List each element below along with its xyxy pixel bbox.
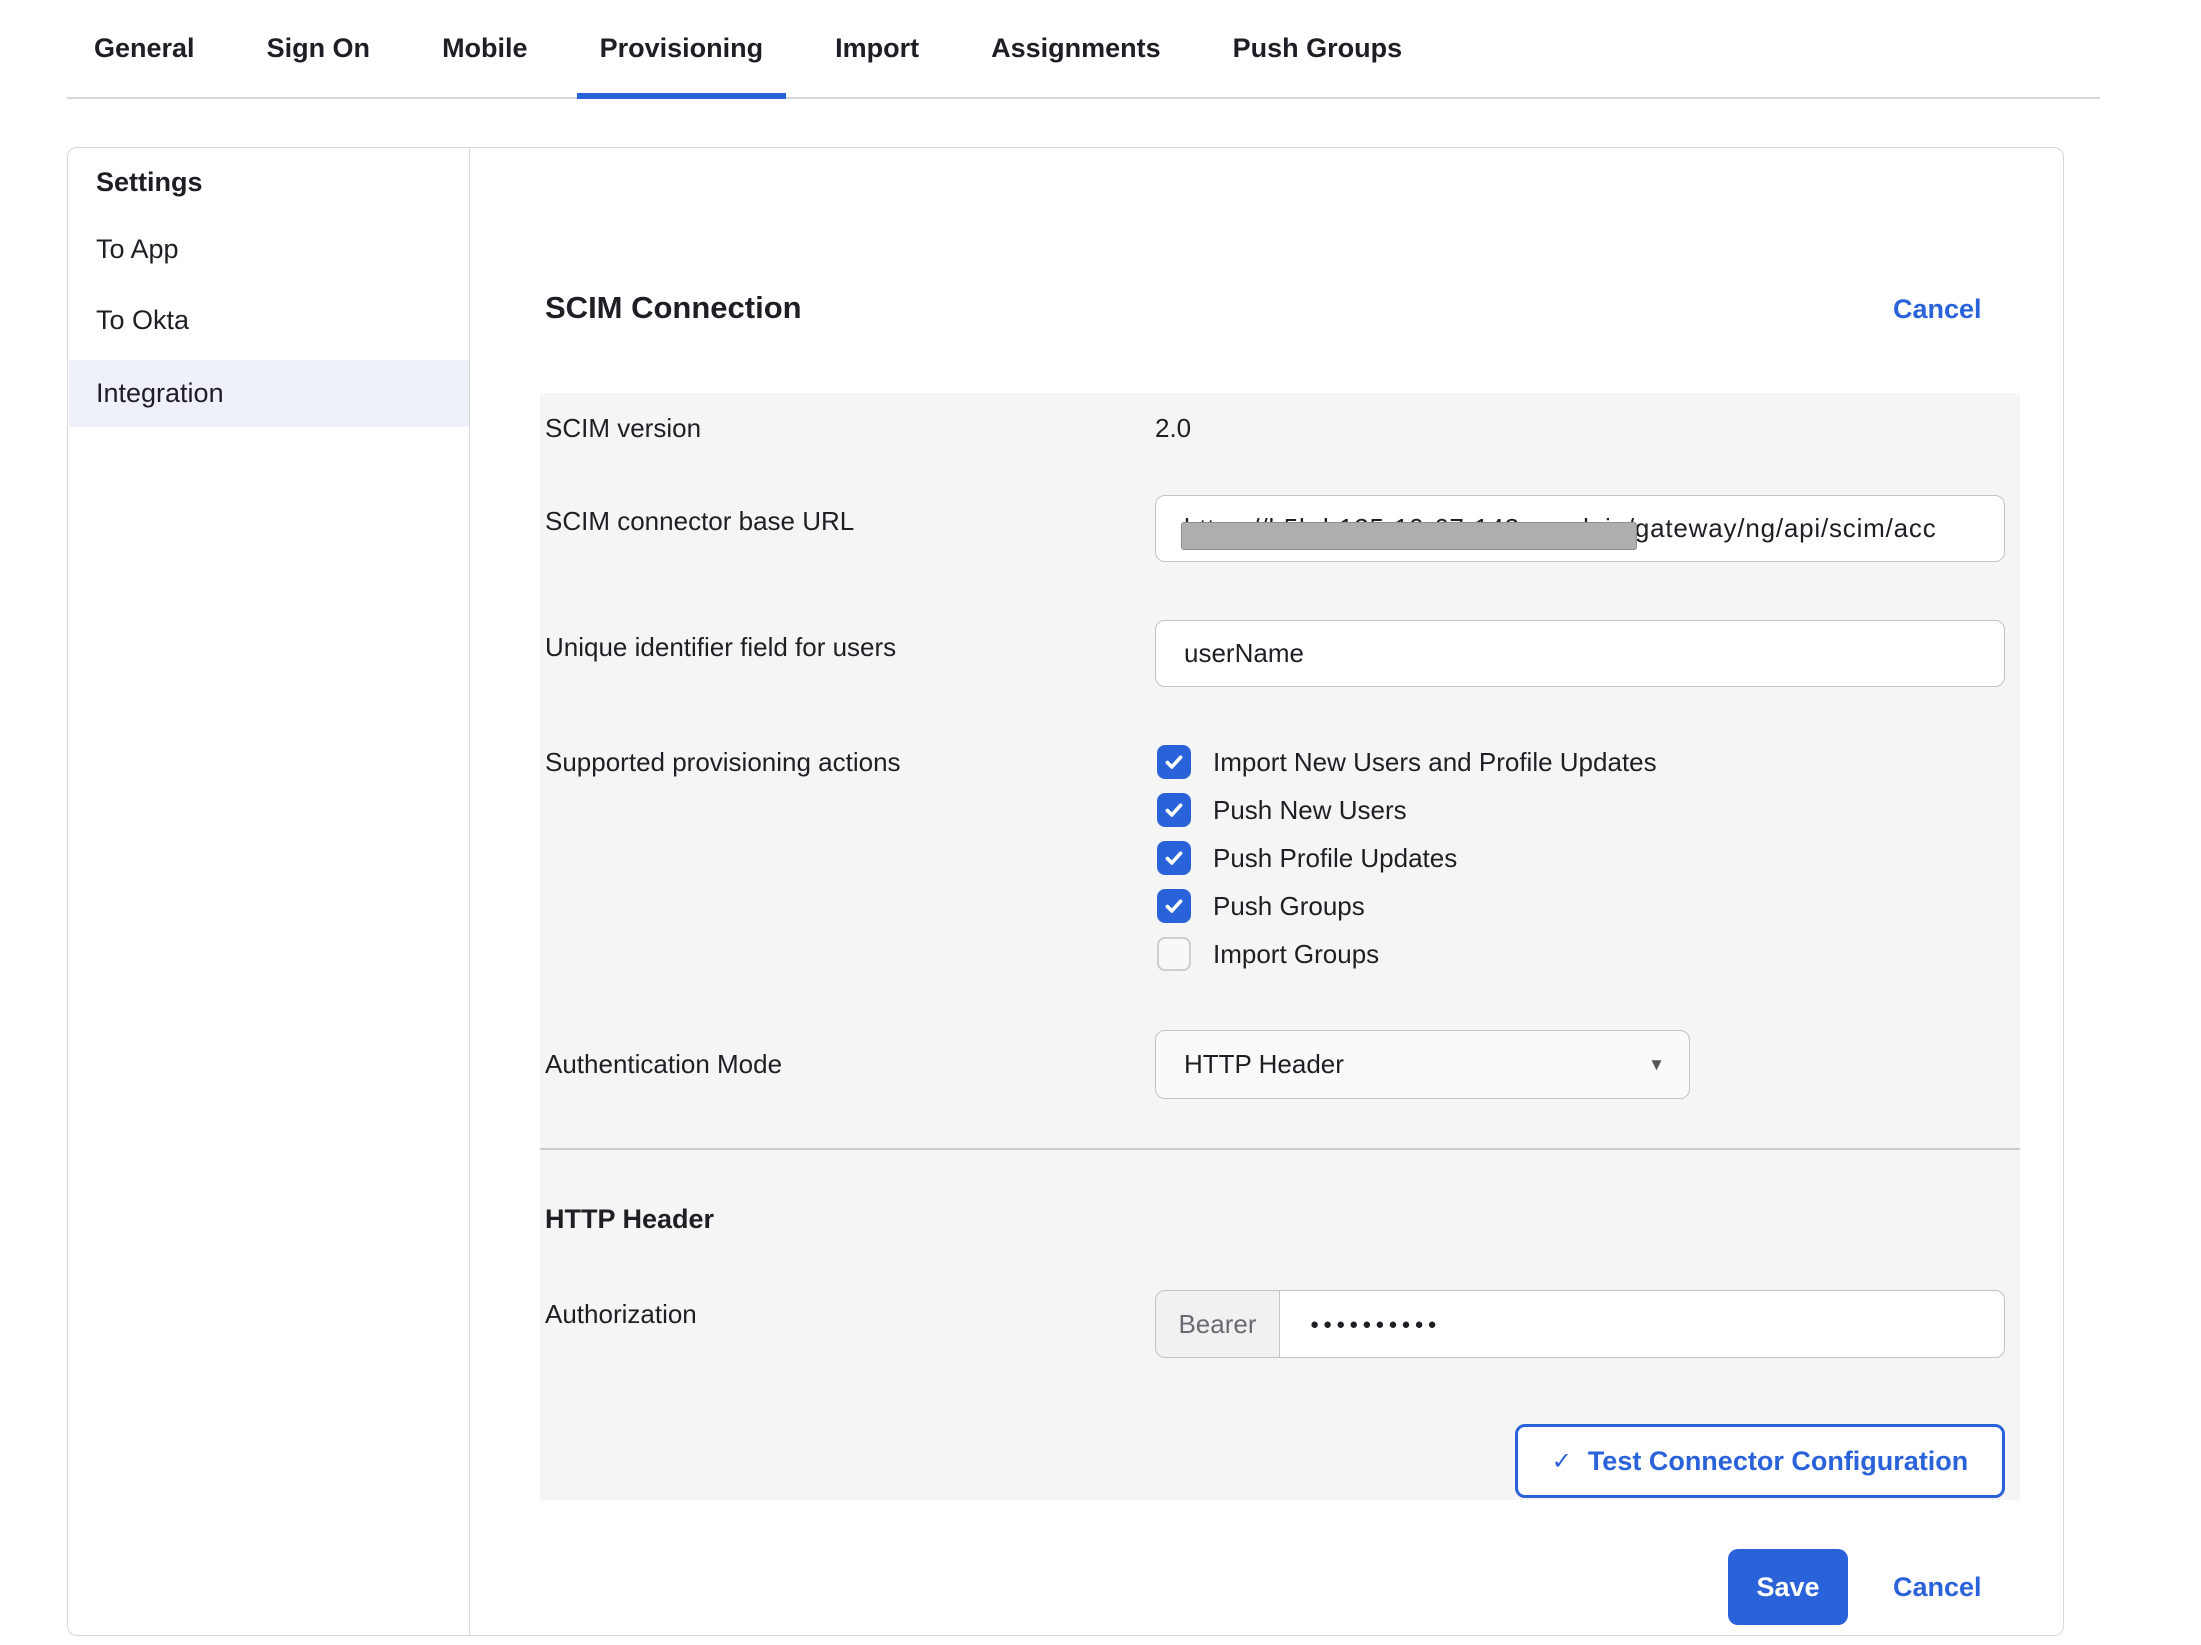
check-icon: ✓: [1552, 1447, 1572, 1476]
authorization-input-group: Bearer ●●●●●●●●●●: [1155, 1290, 2005, 1358]
base-url-label: SCIM connector base URL: [545, 503, 854, 539]
checkbox-label: Push New Users: [1213, 795, 1407, 826]
tab-mobile[interactable]: Mobile: [419, 0, 551, 97]
bearer-token-input[interactable]: ●●●●●●●●●●: [1280, 1291, 2004, 1357]
unique-id-label: Unique identifier field for users: [545, 629, 896, 665]
tab-import[interactable]: Import: [812, 0, 942, 97]
unique-id-input[interactable]: userName: [1155, 620, 2005, 687]
base-url-obscured-text: https://b5bd-125-19-67-142.ngrok.io: [1184, 513, 1627, 544]
tab-provisioning[interactable]: Provisioning: [577, 0, 787, 97]
provisioning-action-row: Push Groups: [1157, 882, 1365, 930]
app-tab-bar: General Sign On Mobile Provisioning Impo…: [67, 0, 2100, 99]
provisioning-action-row: Push New Users: [1157, 786, 1407, 834]
http-header-section-title: HTTP Header: [545, 1201, 714, 1237]
checkbox-label: Import New Users and Profile Updates: [1213, 747, 1657, 778]
sidebar-heading: Settings: [96, 163, 203, 201]
bearer-prefix-label: Bearer: [1156, 1291, 1280, 1357]
sidebar-item-to-app[interactable]: To App: [69, 230, 469, 268]
check-icon: [1163, 895, 1185, 917]
tab-general[interactable]: General: [71, 0, 218, 97]
unique-id-value: userName: [1184, 638, 1304, 669]
checkbox-label: Push Groups: [1213, 891, 1365, 922]
scim-version-value: 2.0: [1155, 410, 1191, 446]
tab-sign-on[interactable]: Sign On: [244, 0, 394, 97]
checkbox-import-groups[interactable]: [1157, 937, 1191, 971]
sidebar-item-integration[interactable]: Integration: [69, 360, 469, 427]
dropdown-caret-icon: ▼: [1648, 1055, 1665, 1075]
auth-mode-select[interactable]: HTTP Header ▼: [1155, 1030, 1690, 1099]
checkbox-push-profile-updates[interactable]: [1157, 841, 1191, 875]
redaction-bar: [1181, 522, 1637, 550]
checkbox-import-new-users[interactable]: [1157, 745, 1191, 779]
save-button[interactable]: Save: [1728, 1549, 1848, 1625]
tab-push-groups[interactable]: Push Groups: [1210, 0, 1426, 97]
checkbox-label: Push Profile Updates: [1213, 843, 1457, 874]
tab-assignments[interactable]: Assignments: [968, 0, 1184, 97]
provisioning-settings-page: General Sign On Mobile Provisioning Impo…: [0, 0, 2201, 1645]
checkbox-label: Import Groups: [1213, 939, 1379, 970]
test-connector-button-label: Test Connector Configuration: [1588, 1446, 1968, 1477]
authorization-label: Authorization: [545, 1296, 697, 1332]
provisioning-action-row: Push Profile Updates: [1157, 834, 1457, 882]
provisioning-actions-label: Supported provisioning actions: [545, 744, 901, 780]
checkbox-push-groups[interactable]: [1157, 889, 1191, 923]
check-icon: [1163, 751, 1185, 773]
page-title: SCIM Connection: [545, 289, 802, 327]
cancel-link-bottom[interactable]: Cancel: [1893, 1572, 1982, 1603]
test-connector-configuration-button[interactable]: ✓ Test Connector Configuration: [1515, 1424, 2005, 1498]
auth-mode-label: Authentication Mode: [545, 1046, 782, 1082]
sidebar-item-to-okta[interactable]: To Okta: [69, 301, 469, 339]
check-icon: [1163, 847, 1185, 869]
check-icon: [1163, 799, 1185, 821]
base-url-visible-text: /gateway/ng/api/scim/acc: [1627, 513, 1937, 543]
checkbox-push-new-users[interactable]: [1157, 793, 1191, 827]
cancel-link-top[interactable]: Cancel: [1893, 294, 1982, 325]
scim-version-label: SCIM version: [545, 410, 701, 446]
section-divider: [540, 1148, 2020, 1150]
scim-base-url-input[interactable]: https://b5bd-125-19-67-142.ngrok.io/gate…: [1155, 495, 2005, 562]
provisioning-action-row: Import New Users and Profile Updates: [1157, 738, 1657, 786]
auth-mode-value: HTTP Header: [1184, 1049, 1344, 1080]
provisioning-action-row: Import Groups: [1157, 930, 1379, 978]
